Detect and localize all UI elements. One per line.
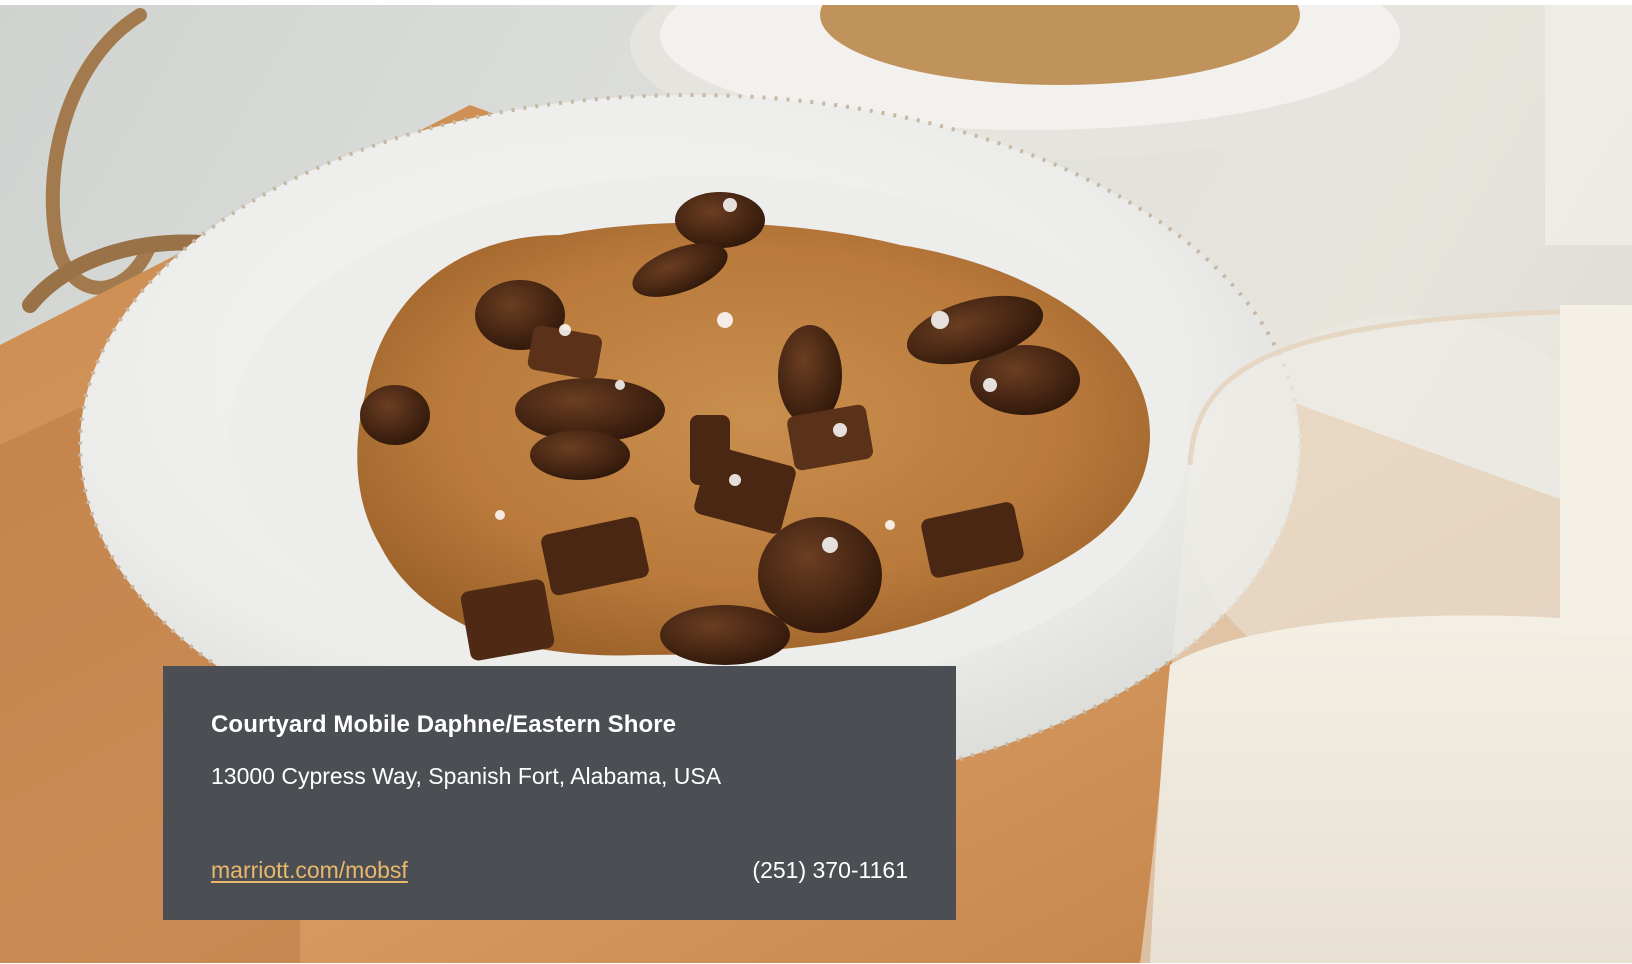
hotel-address: 13000 Cypress Way, Spanish Fort, Alabama… [211, 763, 722, 789]
hotel-website-link[interactable]: marriott.com/mobsf [211, 857, 408, 884]
hotel-phone-link[interactable]: (251) 370-1161 [752, 857, 908, 884]
hotel-info-card: Courtyard Mobile Daphne/Eastern Shore 13… [163, 666, 956, 920]
hotel-name: Courtyard Mobile Daphne/Eastern Shore [211, 711, 677, 738]
page: Courtyard Mobile Daphne/Eastern Shore 13… [0, 0, 1632, 964]
